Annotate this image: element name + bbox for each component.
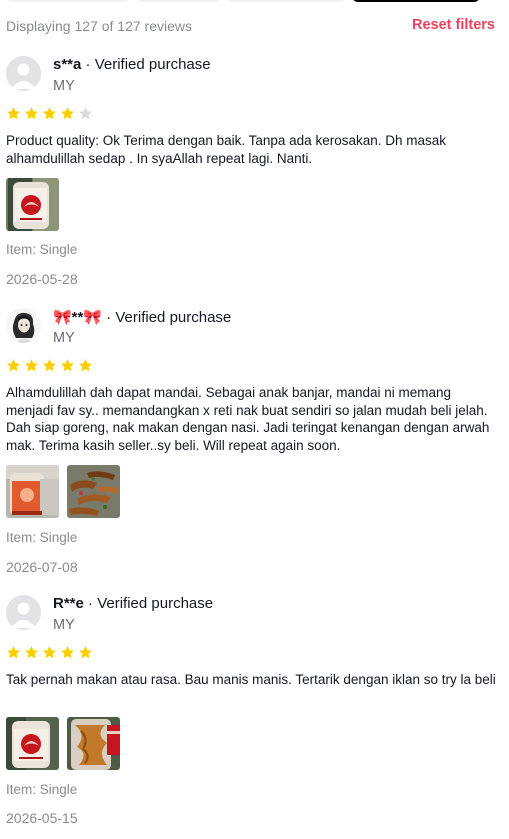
review-date: 2026-07-08	[6, 559, 78, 575]
star-rating	[6, 106, 93, 122]
review-text: Product quality: Ok Terima dengan baik. …	[6, 133, 447, 166]
reviewer-line: 🎀**🎀 · Verified purchase	[53, 308, 231, 326]
filter-tab[interactable]	[136, 0, 220, 2]
filter-tabs	[0, 0, 509, 4]
star-filled-icon	[43, 107, 56, 120]
avatar	[6, 595, 41, 630]
star-filled-icon	[61, 107, 74, 120]
review-photos	[6, 178, 59, 231]
review-photo-thumbnail[interactable]	[67, 465, 120, 518]
review-text: Alhamdulillah dah dapat mandai. Sebagai …	[6, 385, 490, 453]
review-text: Tak pernah makan atau rasa. Bau manis ma…	[6, 672, 496, 687]
star-empty-icon	[79, 107, 92, 120]
filter-tab-active[interactable]	[352, 0, 480, 2]
star-filled-icon	[61, 359, 74, 372]
item-variant: Item: Single	[6, 530, 77, 545]
reset-filters-button[interactable]: Reset filters	[412, 17, 495, 33]
reviewer-country: MY	[53, 617, 75, 633]
star-filled-icon	[7, 359, 20, 372]
filter-tab[interactable]	[6, 0, 130, 2]
star-filled-icon	[43, 646, 56, 659]
verified-purchase-label: · Verified purchase	[106, 309, 232, 326]
review-photo-thumbnail[interactable]	[6, 465, 59, 518]
star-filled-icon	[25, 646, 38, 659]
reviewer-line: s**a · Verified purchase	[53, 56, 211, 73]
item-label: Item:	[6, 782, 37, 797]
star-filled-icon	[7, 646, 20, 659]
reviewer-line: R**e · Verified purchase	[53, 595, 213, 612]
star-rating	[6, 645, 93, 661]
star-filled-icon	[25, 107, 38, 120]
review-photo-thumbnail[interactable]	[67, 717, 120, 770]
star-rating	[6, 358, 93, 374]
reviewer-name: R**e	[53, 595, 84, 612]
item-label: Item:	[6, 242, 37, 257]
star-filled-icon	[79, 646, 92, 659]
filter-tab[interactable]	[226, 0, 346, 2]
star-filled-icon	[61, 646, 74, 659]
reviewer-country: MY	[53, 78, 75, 94]
review-date: 2026-05-15	[6, 810, 78, 826]
item-value: Single	[39, 242, 78, 257]
star-filled-icon	[25, 359, 38, 372]
reviewer-country: MY	[53, 330, 75, 346]
review-date: 2026-05-28	[6, 271, 78, 287]
item-variant: Item: Single	[6, 782, 77, 797]
item-value: Single	[39, 782, 78, 797]
reviewer-name: s**a	[53, 56, 82, 73]
review-summary-bar: Displaying 127 of 127 reviews Reset filt…	[6, 16, 495, 38]
review-photos	[6, 465, 120, 518]
verified-purchase-label: · Verified purchase	[85, 56, 211, 73]
avatar	[6, 308, 41, 343]
star-filled-icon	[7, 107, 20, 120]
review-photo-thumbnail[interactable]	[6, 178, 59, 231]
verified-purchase-label: · Verified purchase	[88, 595, 214, 612]
item-variant: Item: Single	[6, 242, 77, 257]
item-label: Item:	[6, 530, 37, 545]
review-count-text: Displaying 127 of 127 reviews	[6, 18, 192, 34]
review-photo-thumbnail[interactable]	[6, 717, 59, 770]
reviewer-name: 🎀**🎀	[53, 309, 103, 326]
item-value: Single	[39, 530, 78, 545]
star-filled-icon	[79, 359, 92, 372]
review-photos	[6, 717, 120, 770]
star-filled-icon	[43, 359, 56, 372]
avatar	[6, 56, 41, 91]
